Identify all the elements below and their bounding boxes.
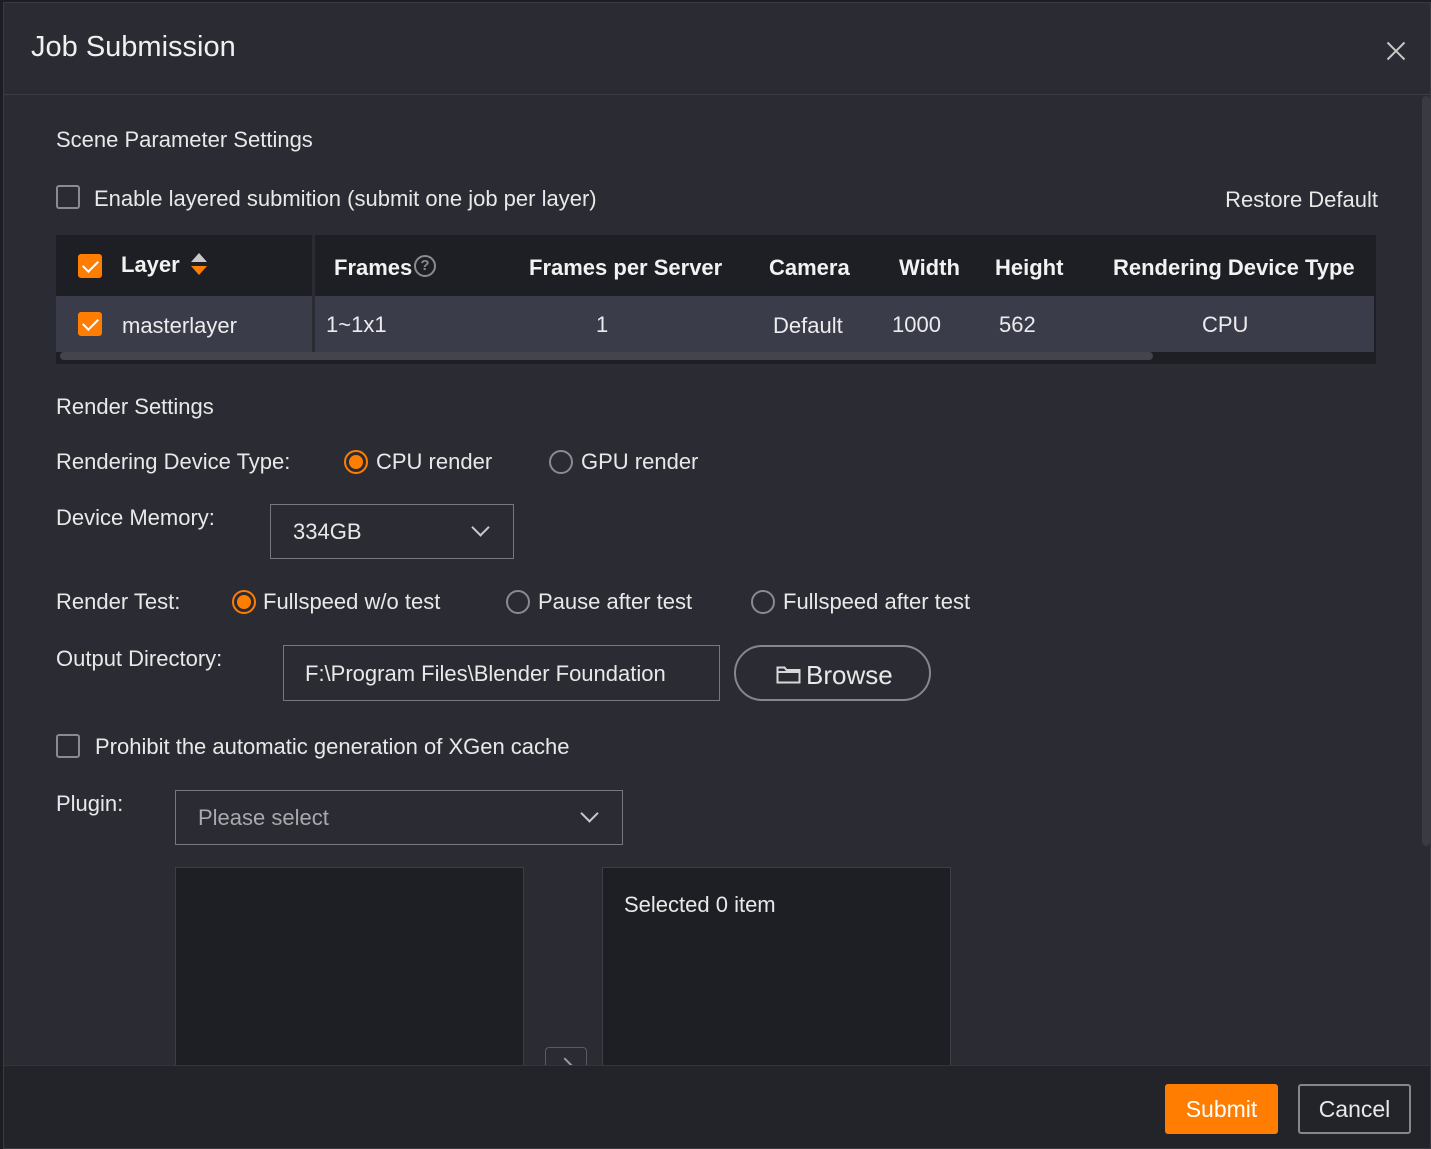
column-header-layer: Layer [121, 252, 180, 277]
column-header-height: Height [995, 255, 1064, 280]
pause-after-test-label[interactable]: Pause after test [538, 589, 692, 615]
device-memory-value: 334GB [293, 519, 362, 544]
row-checkbox[interactable] [78, 312, 102, 336]
cell-layer: masterlayer [122, 313, 237, 338]
chevron-down-icon [580, 804, 599, 823]
column-header-frames: Frames [334, 255, 413, 280]
scene-section-title: Scene Parameter Settings [56, 127, 313, 152]
close-icon[interactable] [1384, 39, 1408, 63]
chevron-down-icon [471, 518, 490, 537]
layered-submission-label: Enable layered submition (submit one job… [94, 186, 597, 211]
frozen-column-divider [312, 235, 315, 352]
output-directory-field[interactable]: F:\Program Files\Blender Foundation [283, 645, 720, 701]
cpu-render-label[interactable]: CPU render [376, 449, 492, 475]
xgen-label: Prohibit the automatic generation of XGe… [95, 734, 570, 759]
table-header: Layer Frames ? Frames per Server Camera … [56, 235, 1376, 296]
layer-table: Layer Frames ? Frames per Server Camera … [56, 235, 1376, 364]
dialog-header: Job Submission [4, 3, 1430, 95]
fullspeed-no-test-label[interactable]: Fullspeed w/o test [263, 589, 440, 615]
plugin-select[interactable]: Please select [175, 790, 623, 845]
restore-default-link[interactable]: Restore Default [1225, 187, 1378, 213]
plugin-placeholder: Please select [198, 805, 329, 830]
available-plugins-list[interactable] [175, 867, 524, 1065]
selected-count-label: Selected 0 item [624, 892, 776, 917]
help-icon[interactable]: ? [414, 255, 436, 277]
column-header-device-type: Rendering Device Type [1113, 255, 1355, 280]
plugin-label: Plugin: [56, 791, 124, 816]
device-type-label: Rendering Device Type: [56, 449, 291, 474]
fullspeed-no-test-radio[interactable] [232, 590, 256, 614]
cancel-button[interactable]: Cancel [1298, 1084, 1411, 1134]
render-section-title: Render Settings [56, 394, 214, 419]
horizontal-scrollbar[interactable] [60, 352, 1153, 360]
table-row[interactable]: masterlayer 1~1x1 1 Default 1000 562 CPU [56, 296, 1374, 352]
browse-button[interactable]: Browse [734, 645, 931, 701]
cell-frames[interactable]: 1~1x1 [326, 312, 387, 338]
job-submission-dialog: Job Submission Scene Parameter Settings … [3, 2, 1431, 1149]
submit-button[interactable]: Submit [1165, 1084, 1278, 1134]
gpu-render-radio[interactable] [549, 450, 573, 474]
selected-plugins-list[interactable]: Selected 0 item [602, 867, 951, 1065]
dialog-body: Scene Parameter Settings Enable layered … [4, 96, 1430, 1065]
device-memory-label: Device Memory: [56, 505, 215, 530]
xgen-checkbox[interactable] [56, 734, 80, 758]
cell-camera: Default [773, 313, 843, 338]
browse-label: Browse [806, 660, 893, 690]
column-header-frames-per-server: Frames per Server [529, 255, 723, 280]
pause-after-test-radio[interactable] [506, 590, 530, 614]
folder-icon [776, 666, 801, 684]
layered-submission-checkbox[interactable] [56, 185, 80, 209]
dialog-title: Job Submission [31, 31, 236, 63]
render-test-label: Render Test: [56, 589, 181, 614]
cell-width: 1000 [892, 312, 941, 337]
fullspeed-after-test-radio[interactable] [751, 590, 775, 614]
column-header-width: Width [899, 255, 960, 280]
vertical-scrollbar[interactable] [1422, 96, 1430, 846]
chevron-right-icon[interactable] [545, 1047, 587, 1065]
select-all-checkbox[interactable] [78, 254, 102, 278]
cell-height: 562 [999, 312, 1036, 337]
sort-icon[interactable] [190, 253, 208, 277]
device-memory-select[interactable]: 334GB [270, 504, 514, 559]
dialog-footer: Submit Cancel [4, 1065, 1430, 1148]
gpu-render-label[interactable]: GPU render [581, 449, 698, 475]
fullspeed-after-test-label[interactable]: Fullspeed after test [783, 589, 970, 615]
cell-device-type: CPU [1202, 312, 1249, 337]
output-directory-label: Output Directory: [56, 646, 223, 671]
column-header-camera: Camera [769, 255, 850, 280]
output-directory-value: F:\Program Files\Blender Foundation [305, 661, 666, 686]
cpu-render-radio[interactable] [344, 450, 368, 474]
cell-frames-per-server[interactable]: 1 [596, 312, 608, 338]
